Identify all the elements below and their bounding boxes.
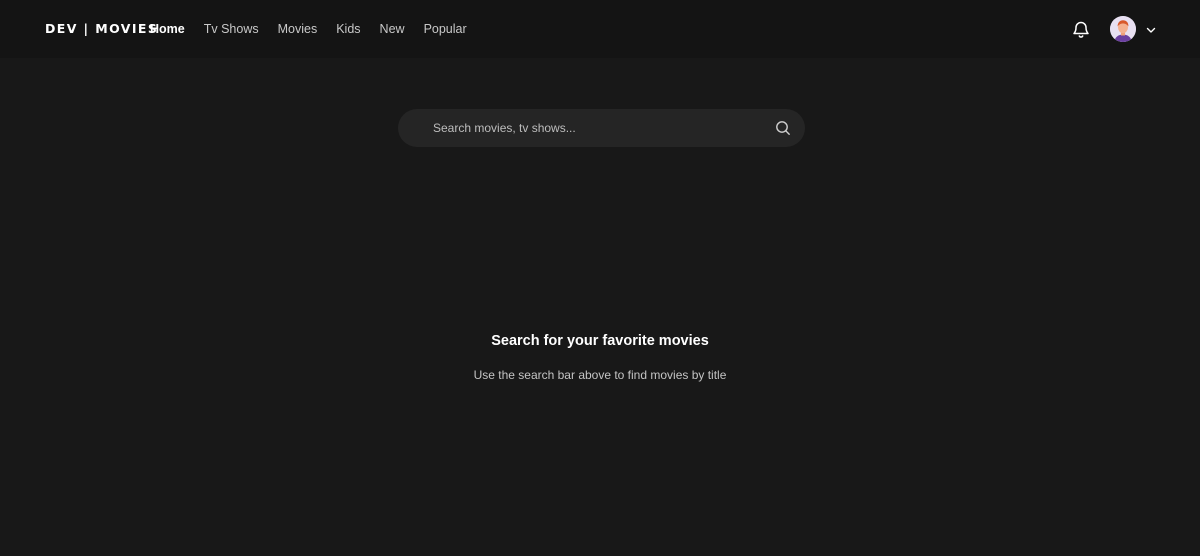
main-nav: Home Tv Shows Movies Kids New Popular xyxy=(150,21,486,37)
chevron-down-icon[interactable] xyxy=(1145,23,1157,35)
search-input[interactable] xyxy=(433,118,763,138)
top-navbar: DEV | MOVIES Home Tv Shows Movies Kids N… xyxy=(0,0,1200,58)
empty-state-subtitle: Use the search bar above to find movies … xyxy=(473,368,727,382)
nav-new[interactable]: New xyxy=(380,21,405,37)
nav-home[interactable]: Home xyxy=(150,21,185,37)
page: DEV | MOVIES Home Tv Shows Movies Kids N… xyxy=(0,0,1200,556)
nav-kids[interactable]: Kids xyxy=(336,21,360,37)
bell-icon[interactable] xyxy=(1071,19,1091,39)
site-logo[interactable]: DEV | MOVIES xyxy=(45,20,158,38)
avatar[interactable] xyxy=(1110,16,1136,42)
nav-popular[interactable]: Popular xyxy=(424,21,467,37)
empty-state-title: Search for your favorite movies xyxy=(491,333,709,349)
nav-movies[interactable]: Movies xyxy=(278,21,318,37)
search-icon[interactable] xyxy=(775,120,791,136)
nav-tv-shows[interactable]: Tv Shows xyxy=(204,21,259,37)
search-bar xyxy=(398,109,805,147)
